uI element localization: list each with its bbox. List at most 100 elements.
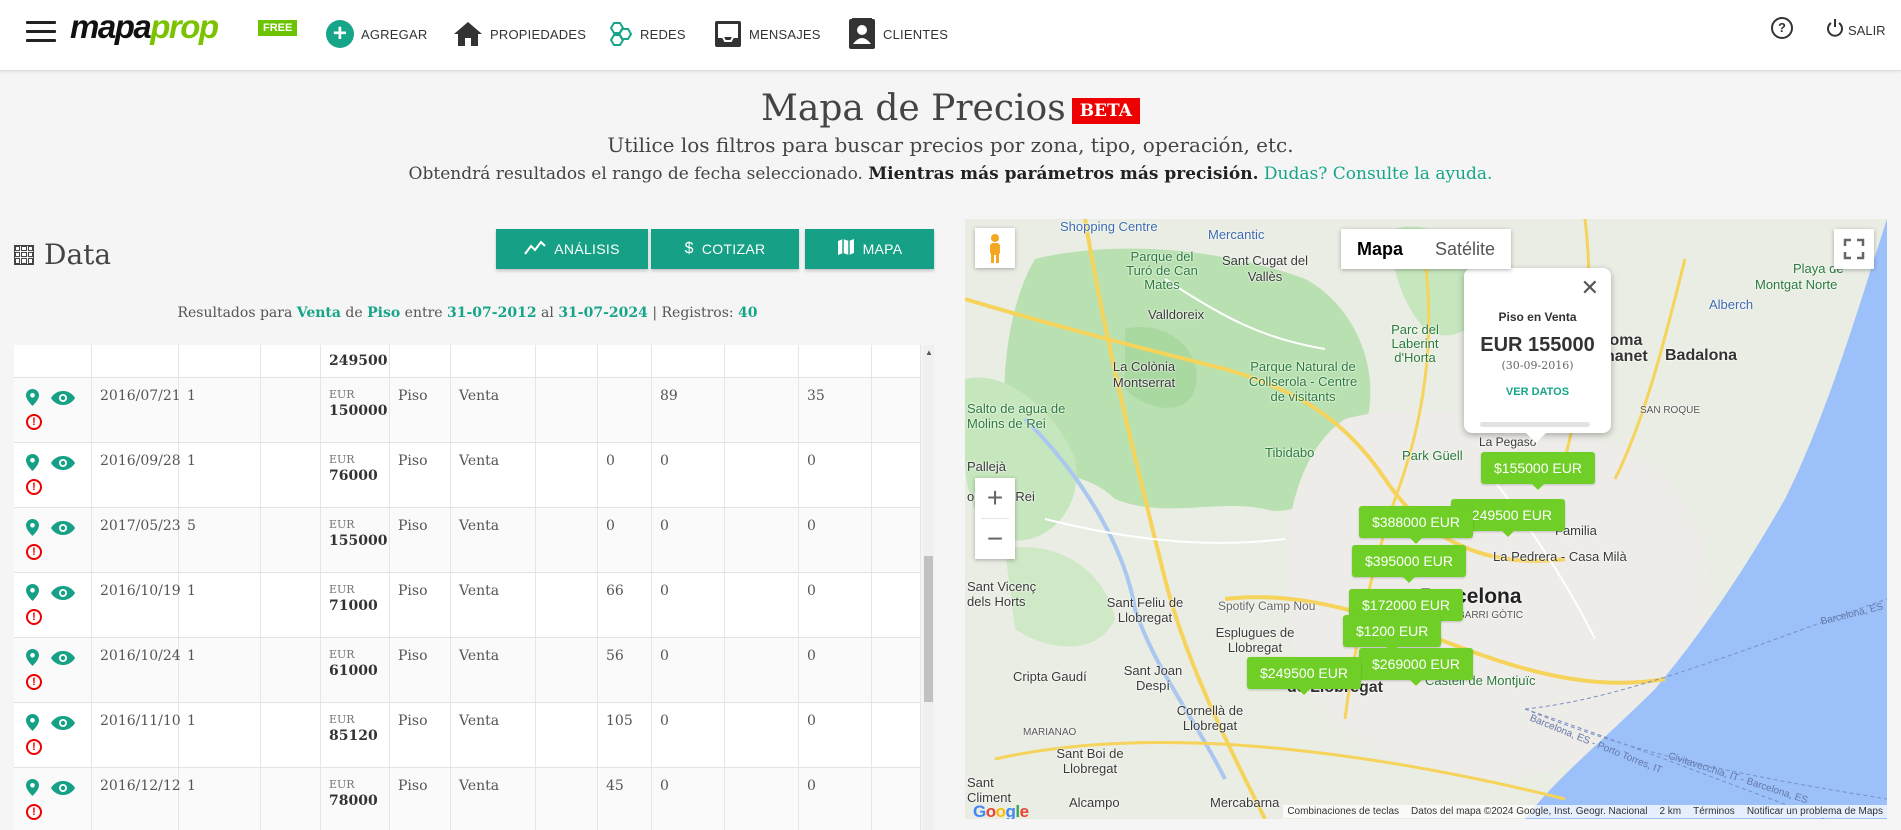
keyboard-shortcuts-link[interactable]: Combinaciones de teclas <box>1287 806 1399 817</box>
nav-mensajes[interactable]: MENSAJES <box>714 14 821 54</box>
price-cell: EUR 78000 <box>321 768 390 830</box>
cell-op <box>451 345 536 377</box>
scroll-up-icon[interactable]: ▲ <box>925 348 933 357</box>
map-label-cornella: Cornellà de Llobregat <box>1176 703 1244 733</box>
empty-cell <box>536 768 598 830</box>
price-tag[interactable]: $388000 EUR <box>1359 506 1473 544</box>
nav-redes[interactable]: REDES <box>605 14 686 54</box>
view-icon[interactable] <box>51 586 75 600</box>
cell-op: Venta <box>451 573 536 637</box>
zoom-in-button[interactable]: + <box>975 478 1015 518</box>
map-label-mercantic: Mercantic <box>1208 227 1265 242</box>
map-label-badalona: Badalona <box>1665 347 1738 364</box>
view-icon[interactable] <box>51 716 75 730</box>
alert-icon[interactable]: ! <box>26 739 42 755</box>
empty-cell <box>261 378 321 442</box>
network-icon <box>605 20 633 48</box>
map-type-map[interactable]: Mapa <box>1341 229 1419 269</box>
amount: 61000 <box>329 663 378 679</box>
scroll-thumb[interactable] <box>924 556 933 702</box>
ver-datos-link[interactable]: VER DATOS <box>1464 386 1611 398</box>
results-type: Piso <box>367 305 401 321</box>
nav-propiedades[interactable]: PROPIEDADES <box>453 14 586 54</box>
location-pin-icon[interactable] <box>26 779 39 796</box>
map-label-shopping: Shopping Centre <box>1060 219 1158 234</box>
empty-cell <box>872 378 921 442</box>
alert-icon[interactable]: ! <box>26 609 42 625</box>
nav-agregar[interactable]: + AGREGAR <box>326 14 427 54</box>
street-view-pegman-icon[interactable] <box>975 228 1015 268</box>
map-view[interactable]: Barcelona Badalona loma nanet Sant Cugat… <box>965 219 1887 819</box>
zoom-out-button[interactable]: − <box>975 519 1015 559</box>
results-count: 40 <box>738 305 758 321</box>
view-icon[interactable] <box>51 391 75 405</box>
help-link[interactable]: Dudas? Consulte la ayuda. <box>1264 164 1493 184</box>
cell-c2: 0 <box>652 638 725 702</box>
amount: 76000 <box>329 468 378 484</box>
analisis-button[interactable]: ANÁLISIS <box>496 229 648 269</box>
logo[interactable]: mapaprop <box>70 8 219 46</box>
logout-button[interactable]: SALIR <box>1826 18 1886 43</box>
alert-icon[interactable]: ! <box>26 414 42 430</box>
cell-date: 2016/07/21 <box>92 378 181 442</box>
price-tag[interactable]: $249500 EUR <box>1247 657 1361 695</box>
row-actions: ! <box>14 703 92 767</box>
empty-cell <box>261 345 321 377</box>
price-cell: 249500 <box>321 345 390 377</box>
page-heading: Mapa de Precios BETA <box>0 88 1901 129</box>
row-actions: ! <box>14 573 92 637</box>
data-title-label: Data <box>44 238 112 271</box>
power-icon <box>1826 18 1844 43</box>
location-pin-icon[interactable] <box>26 649 39 666</box>
price-tag[interactable]: $1200 EUR <box>1343 615 1442 653</box>
cotizar-button[interactable]: $ COTIZAR <box>651 229 799 269</box>
report-problem-link[interactable]: Notificar un problema de Maps <box>1747 806 1883 817</box>
close-icon[interactable]: ✕ <box>1581 275 1599 301</box>
map-label-laberint: Parc del Laberint d'Horta <box>1391 322 1439 365</box>
menu-icon[interactable] <box>26 21 56 45</box>
help-button[interactable]: ? <box>1771 17 1793 39</box>
empty-cell <box>872 768 921 830</box>
location-pin-icon[interactable] <box>26 454 39 471</box>
price-tag[interactable]: $395000 EUR <box>1352 545 1466 583</box>
map-label-alberch: Alberch <box>1709 297 1754 312</box>
price-tag[interactable]: $155000 EUR <box>1481 452 1595 490</box>
view-icon[interactable] <box>51 456 75 470</box>
empty-cell <box>536 638 598 702</box>
fullscreen-icon[interactable] <box>1834 229 1874 269</box>
view-icon[interactable] <box>51 521 75 535</box>
map-scale[interactable]: 2 km <box>1659 806 1681 817</box>
cell-type: Piso <box>390 508 451 572</box>
location-pin-icon[interactable] <box>26 389 39 406</box>
alert-icon[interactable]: ! <box>26 804 42 820</box>
amount: 155000 <box>329 533 388 549</box>
location-pin-icon[interactable] <box>26 714 39 731</box>
empty-cell <box>261 573 321 637</box>
alert-icon[interactable]: ! <box>26 674 42 690</box>
price-cell: EUR 150000 <box>321 378 390 442</box>
mapa-button[interactable]: MAPA <box>805 229 934 269</box>
table-scrollbar[interactable]: ▲ <box>923 345 934 830</box>
logout-label: SALIR <box>1848 23 1886 38</box>
results-entre: entre <box>404 305 443 321</box>
map-label-marianao: MARIANAO <box>1023 727 1077 738</box>
price-tag[interactable]: $269000 EUR <box>1359 648 1473 686</box>
map-type-satellite[interactable]: Satélite <box>1419 229 1511 269</box>
currency: EUR <box>329 648 355 661</box>
location-pin-icon[interactable] <box>26 584 39 601</box>
empty-cell <box>872 508 921 572</box>
data-title: Data <box>14 238 111 271</box>
currency: EUR <box>329 453 355 466</box>
cell-date: 2016/12/12 <box>92 768 181 830</box>
alert-icon[interactable]: ! <box>26 479 42 495</box>
alert-icon[interactable]: ! <box>26 544 42 560</box>
location-pin-icon[interactable] <box>26 519 39 536</box>
dollar-icon: $ <box>684 240 694 257</box>
map-label-sant-joan: Sant Joan Despí <box>1123 663 1183 693</box>
view-icon[interactable] <box>51 781 75 795</box>
nav-clientes[interactable]: CLIENTES <box>848 14 948 54</box>
terms-link[interactable]: Términos <box>1693 806 1735 817</box>
amount: 150000 <box>329 403 388 419</box>
view-icon[interactable] <box>51 651 75 665</box>
empty-cell <box>725 768 799 830</box>
